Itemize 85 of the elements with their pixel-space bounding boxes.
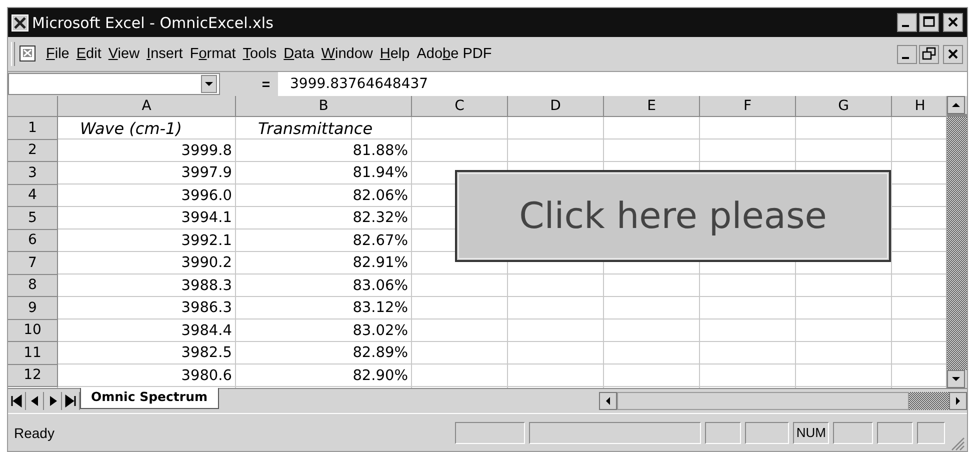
column-header[interactable]: F [700,96,796,117]
table-cell-text: 83.06% [352,276,409,296]
table-cell-text: 3994.1 [180,209,233,228]
row-header[interactable]: 12 [8,364,58,387]
table-cell-text: 82.06% [352,186,409,206]
menu-item[interactable]: View [108,46,140,62]
status-text: Ready [14,424,54,440]
table-cell-text: 3990.2 [180,254,233,274]
status-panel [745,422,790,444]
row-header[interactable]: 4 [8,184,58,207]
table-cell-text: 81.94% [352,164,409,184]
table-cell-text: 3996.0 [180,186,233,206]
menu-item[interactable]: Data [284,46,314,62]
table-cell-text: 3984.4 [180,322,233,341]
maximize-button[interactable] [919,13,939,32]
scroll-thumb[interactable] [947,114,967,117]
table-cell-text: 3999.8 [180,142,233,161]
menu-item[interactable]: Adobe PDF [416,46,492,62]
table-cell-text: 3986.3 [180,299,233,318]
formula-field[interactable]: 3999.83764648437 [278,72,967,96]
scroll-down-button[interactable] [947,370,966,388]
table-cell-text: Transmittance [257,118,374,140]
menu-item[interactable]: Help [380,46,410,62]
scroll-right-button[interactable] [949,392,967,410]
table-cell-text: 3997.9 [180,164,233,184]
dropdown-button[interactable] [201,75,217,93]
minimize-button[interactable] [897,13,917,32]
scroll-thumb[interactable] [909,392,949,410]
table-cell-text: 3988.3 [180,276,233,296]
document-icon[interactable] [18,44,38,64]
table-cell-text: Wave (cm-1) [79,118,183,140]
status-panel [455,422,526,444]
window-title: Microsoft Excel - OmnicExcel.xls [32,14,274,32]
restore-button[interactable] [919,44,939,64]
table-cell-text: 82.91% [352,254,409,274]
menu-item[interactable]: Window [321,46,373,62]
spreadsheet-icon [11,14,29,32]
column-header[interactable]: C [412,96,508,117]
scroll-up-button[interactable] [947,96,966,114]
table-cell-text: 82.32% [352,209,409,228]
close-button[interactable] [943,44,963,64]
row-header[interactable]: 6 [8,230,58,252]
menu-item[interactable]: Tools [242,46,277,62]
vertical-scrollbar[interactable] [946,96,967,388]
row-header[interactable]: 2 [8,140,58,162]
column-header[interactable]: H [892,96,946,117]
row-header[interactable]: 1 [8,117,58,140]
table-cell-text: 3982.5 [180,344,233,364]
status-indicator: NUM [793,422,829,444]
table-cell-text: 3992.1 [180,232,233,251]
table-cell-text: 83.12% [352,299,409,318]
minimize-button[interactable] [897,44,917,64]
column-header[interactable]: D [508,96,604,117]
row-header[interactable]: 3 [8,162,58,184]
status-panel [705,422,742,444]
status-panel [833,422,873,444]
row-header[interactable]: 9 [8,297,58,320]
menu-item[interactable]: Insert [146,46,183,62]
table-cell-text: 82.90% [352,366,409,386]
column-header[interactable]: B [236,96,412,117]
row-header[interactable]: 5 [8,207,58,230]
close-button[interactable] [943,13,963,32]
sheet-tab[interactable]: Omnic Spectrum [80,387,218,409]
column-header[interactable]: E [604,96,700,117]
menu-item[interactable]: Format [190,46,236,62]
click-here-button[interactable]: Click here please [455,170,891,262]
table-cell-text: 3980.6 [180,366,233,386]
table-cell-text: 83.02% [352,322,409,341]
horizontal-scrollbar[interactable] [599,392,967,410]
status-panel [877,422,913,444]
column-header[interactable]: A [58,96,236,117]
table-cell-text: 82.89% [352,344,409,364]
row-header[interactable]: 8 [8,274,58,297]
table-cell-text: 81.88% [352,142,409,161]
row-header[interactable]: 7 [8,252,58,274]
scroll-left-button[interactable] [599,392,617,410]
menu-item[interactable]: Edit [76,46,102,62]
resize-grip-icon[interactable] [949,435,965,451]
table-cell-text: 82.67% [352,232,409,251]
column-header[interactable]: G [796,96,892,117]
row-header[interactable]: 11 [8,342,58,364]
equals-sign: = [260,76,271,92]
row-header[interactable]: 10 [8,320,58,342]
menu-item[interactable]: File [46,46,70,62]
status-panel [917,422,945,444]
